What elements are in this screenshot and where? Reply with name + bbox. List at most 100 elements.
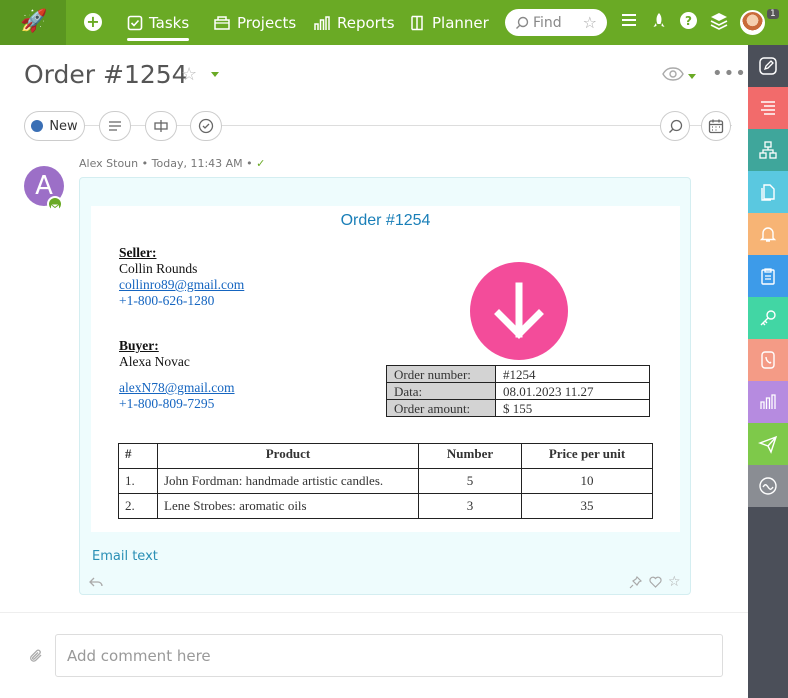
rail-clipboard-button[interactable] xyxy=(748,255,788,297)
rail-list-button[interactable] xyxy=(748,87,788,129)
rail-analytics-button[interactable] xyxy=(748,381,788,423)
comment-input[interactable]: Add comment here xyxy=(55,634,723,677)
user-avatar[interactable] xyxy=(740,10,765,35)
layers-icon[interactable] xyxy=(710,12,728,34)
favorite-star-icon[interactable]: ☆ xyxy=(181,64,197,85)
menu-icon[interactable] xyxy=(621,12,637,32)
watchers-eye-icon[interactable] xyxy=(662,66,684,85)
info-key: Order number: xyxy=(386,365,496,383)
table-cell: 3 xyxy=(418,493,522,519)
help-icon[interactable]: ? xyxy=(680,12,697,33)
author-name[interactable]: Alex Stoun xyxy=(79,157,138,170)
nav-tasks[interactable]: Tasks xyxy=(127,0,190,45)
rail-structure-button[interactable] xyxy=(748,129,788,171)
text-lines-icon xyxy=(109,121,121,131)
table-cell: 2. xyxy=(118,493,158,519)
more-options-icon[interactable]: ••• xyxy=(712,63,747,84)
status-button[interactable]: New xyxy=(24,111,85,141)
nav-reports-label: Reports xyxy=(337,13,395,32)
projects-icon xyxy=(214,15,230,30)
attach-paperclip-icon[interactable] xyxy=(28,648,44,668)
order-info-table: Order number: #1254 Data: 08.01.2023 11.… xyxy=(386,365,650,417)
table-cell: John Fordman: handmade artistic candles. xyxy=(157,468,419,494)
rocket-icon: 🚀 xyxy=(20,9,48,34)
description-button[interactable] xyxy=(99,111,131,141)
rail-contacts-button[interactable] xyxy=(748,339,788,381)
rail-send-button[interactable] xyxy=(748,423,788,465)
rail-edit-button[interactable] xyxy=(748,45,788,87)
complete-button[interactable] xyxy=(190,111,222,141)
message-meta: Alex Stoun • Today, 11:43 AM • ✓ xyxy=(79,157,266,170)
split-icon xyxy=(154,120,168,132)
table-cell: 10 xyxy=(521,468,653,494)
reply-icon[interactable] xyxy=(89,576,103,592)
column-header: Number xyxy=(418,443,522,469)
table-cell: 35 xyxy=(521,493,653,519)
delivered-check-icon: ✓ xyxy=(256,157,266,170)
star-icon[interactable]: ☆ xyxy=(668,574,681,590)
table-cell: 5 xyxy=(418,468,522,494)
subtasks-button[interactable] xyxy=(145,111,177,141)
nav-reports[interactable]: Reports xyxy=(313,0,395,45)
buyer-email-link[interactable]: alexN78@gmail.com xyxy=(119,380,235,396)
documents-icon xyxy=(761,184,775,201)
table-row: 1. John Fordman: handmade artistic candl… xyxy=(118,468,653,494)
table-row: Data: 08.01.2023 11.27 xyxy=(386,382,650,400)
list-icon xyxy=(761,101,775,115)
title-dropdown-caret[interactable] xyxy=(211,72,219,77)
rail-notifications-button[interactable] xyxy=(748,213,788,255)
email-source-badge xyxy=(47,196,63,212)
comment-divider xyxy=(0,612,748,613)
search-input[interactable]: Find ☆ xyxy=(505,9,607,36)
reports-icon xyxy=(314,15,330,30)
app-logo[interactable]: 🚀 xyxy=(0,0,66,45)
nav-planner[interactable]: Planner xyxy=(410,0,489,45)
search-in-task-button[interactable] xyxy=(660,111,690,141)
rail-documents-button[interactable] xyxy=(748,171,788,213)
table-cell: 1. xyxy=(118,468,158,494)
table-cell: Lene Strobes: aromatic oils xyxy=(157,493,419,519)
email-document: Order #1254 Seller: Collin Rounds collin… xyxy=(91,206,680,532)
analytics-icon xyxy=(760,394,776,409)
buyer-phone: +1-800-809-7295 xyxy=(119,396,215,411)
add-new-button[interactable]: + xyxy=(84,13,102,31)
seller-email-link[interactable]: collinro89@gmail.com xyxy=(119,277,244,293)
bell-icon xyxy=(759,227,777,242)
nav-projects[interactable]: Projects xyxy=(213,0,296,45)
buyer-heading: Buyer: xyxy=(119,338,159,353)
message-bubble: Order #1254 Seller: Collin Rounds collin… xyxy=(79,177,691,595)
wave-icon xyxy=(759,477,777,495)
seller-block: Seller: Collin Rounds collinro89@gmail.c… xyxy=(119,245,244,309)
check-circle-icon xyxy=(198,118,214,134)
watchers-dropdown-caret[interactable] xyxy=(688,74,696,79)
favorite-star-icon[interactable]: ☆ xyxy=(583,13,597,32)
table-row: 2. Lene Strobes: aromatic oils 3 35 xyxy=(118,493,653,519)
info-key: Order amount: xyxy=(386,399,496,417)
pencil-icon xyxy=(759,57,777,75)
calendar-button[interactable] xyxy=(701,111,731,141)
info-value: #1254 xyxy=(495,365,650,383)
seller-name: Collin Rounds xyxy=(119,261,198,276)
search-icon xyxy=(516,16,529,29)
info-value: 08.01.2023 11.27 xyxy=(495,382,650,400)
rail-key-button[interactable] xyxy=(748,297,788,339)
email-text-link[interactable]: Email text xyxy=(92,549,158,564)
download-button[interactable] xyxy=(470,262,568,360)
heart-icon[interactable] xyxy=(649,576,662,592)
notification-badge: 1 xyxy=(767,9,779,19)
column-header: Price per unit xyxy=(521,443,653,469)
rail-activity-button[interactable] xyxy=(748,465,788,507)
calendar-icon xyxy=(708,119,724,134)
status-label: New xyxy=(49,118,78,134)
nav-tasks-label: Tasks xyxy=(149,13,190,32)
org-chart-icon xyxy=(759,141,777,159)
products-table: # Product Number Price per unit 1. John … xyxy=(118,443,653,519)
rocket-small-icon[interactable] xyxy=(651,12,667,34)
pin-icon[interactable] xyxy=(629,575,643,593)
tasks-icon xyxy=(127,15,143,30)
phone-book-icon xyxy=(761,351,775,369)
buyer-name: Alexa Novac xyxy=(119,354,190,369)
table-row: Order number: #1254 xyxy=(386,365,650,383)
magnifier-icon xyxy=(668,119,682,133)
key-icon xyxy=(760,310,776,326)
